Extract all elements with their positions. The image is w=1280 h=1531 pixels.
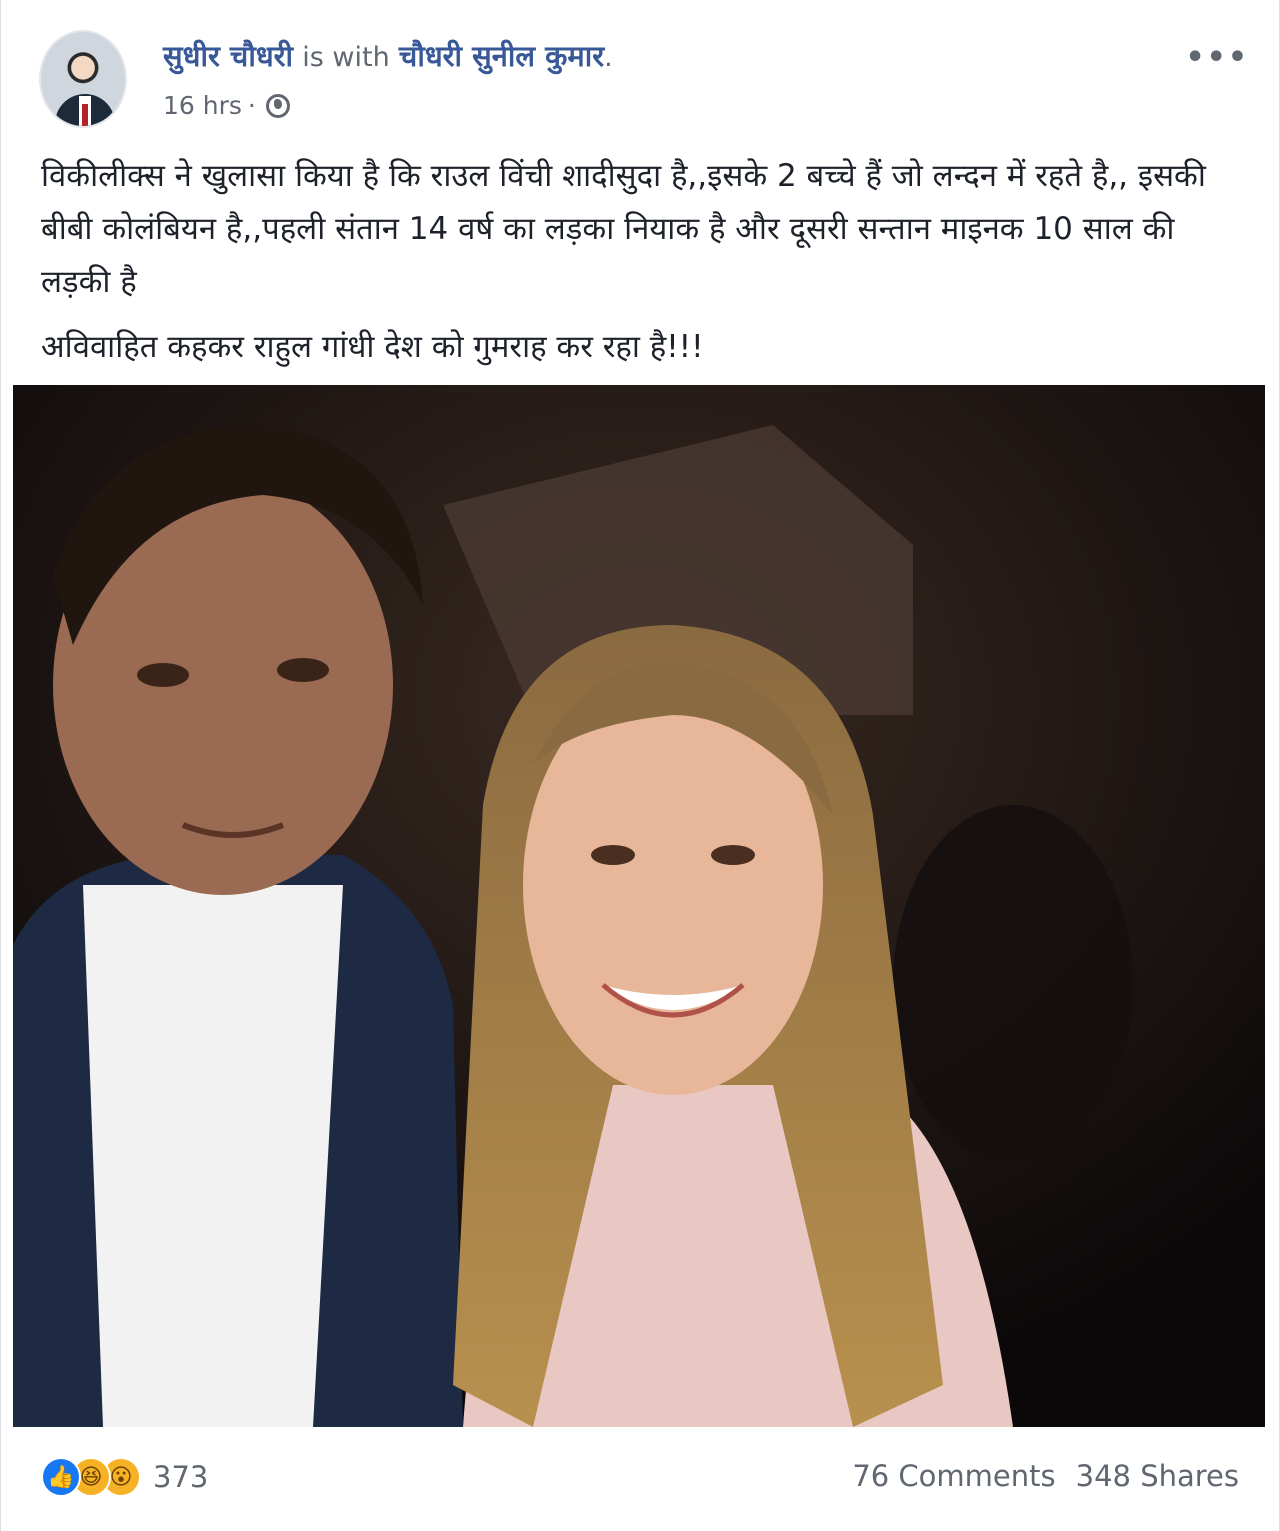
post-text: विकीलीक्स ने खुलासा किया है कि राउल विंच… — [41, 150, 1241, 374]
author-name-link[interactable]: सुधीर चौधरी — [163, 39, 293, 73]
globe-icon[interactable] — [265, 94, 290, 118]
more-options-icon[interactable]: ••• — [1185, 40, 1249, 75]
post-photo[interactable] — [13, 385, 1265, 1427]
with-text: is with — [302, 42, 390, 73]
shares-link[interactable]: 348 Shares — [1076, 1459, 1239, 1493]
engagement-stats: 76 Comments 348 Shares — [852, 1459, 1239, 1493]
post-meta: 16 hrs · — [163, 88, 290, 124]
avatar-tie — [82, 104, 88, 126]
comments-link[interactable]: 76 Comments — [852, 1459, 1055, 1493]
author-line: सुधीर चौधरी is with चौधरी सुनील कुमार. — [163, 34, 613, 80]
post-timestamp[interactable]: 16 hrs — [163, 88, 242, 124]
post-footer: 👍 😆 😮 373 76 Comments 348 Shares — [1, 1445, 1279, 1515]
like-icon: 👍 — [41, 1457, 81, 1497]
tagged-person-link[interactable]: चौधरी सुनील कुमार — [399, 39, 604, 73]
photo-illustration — [13, 385, 1265, 1427]
post-header: सुधीर चौधरी is with चौधरी सुनील कुमार. 1… — [1, 0, 1279, 140]
author-line-period: . — [604, 42, 613, 73]
author-avatar[interactable] — [39, 30, 127, 128]
post-paragraph-1: विकीलीक्स ने खुलासा किया है कि राउल विंच… — [41, 158, 1206, 300]
facebook-post: सुधीर चौधरी is with चौधरी सुनील कुमार. 1… — [0, 0, 1280, 1531]
reactions-summary[interactable]: 👍 😆 😮 373 — [41, 1457, 208, 1497]
meta-separator: · — [247, 91, 256, 120]
post-paragraph-2: अविवाहित कहकर राहुल गांधी देश को गुमराह … — [41, 329, 704, 365]
reaction-count: 373 — [153, 1460, 209, 1494]
